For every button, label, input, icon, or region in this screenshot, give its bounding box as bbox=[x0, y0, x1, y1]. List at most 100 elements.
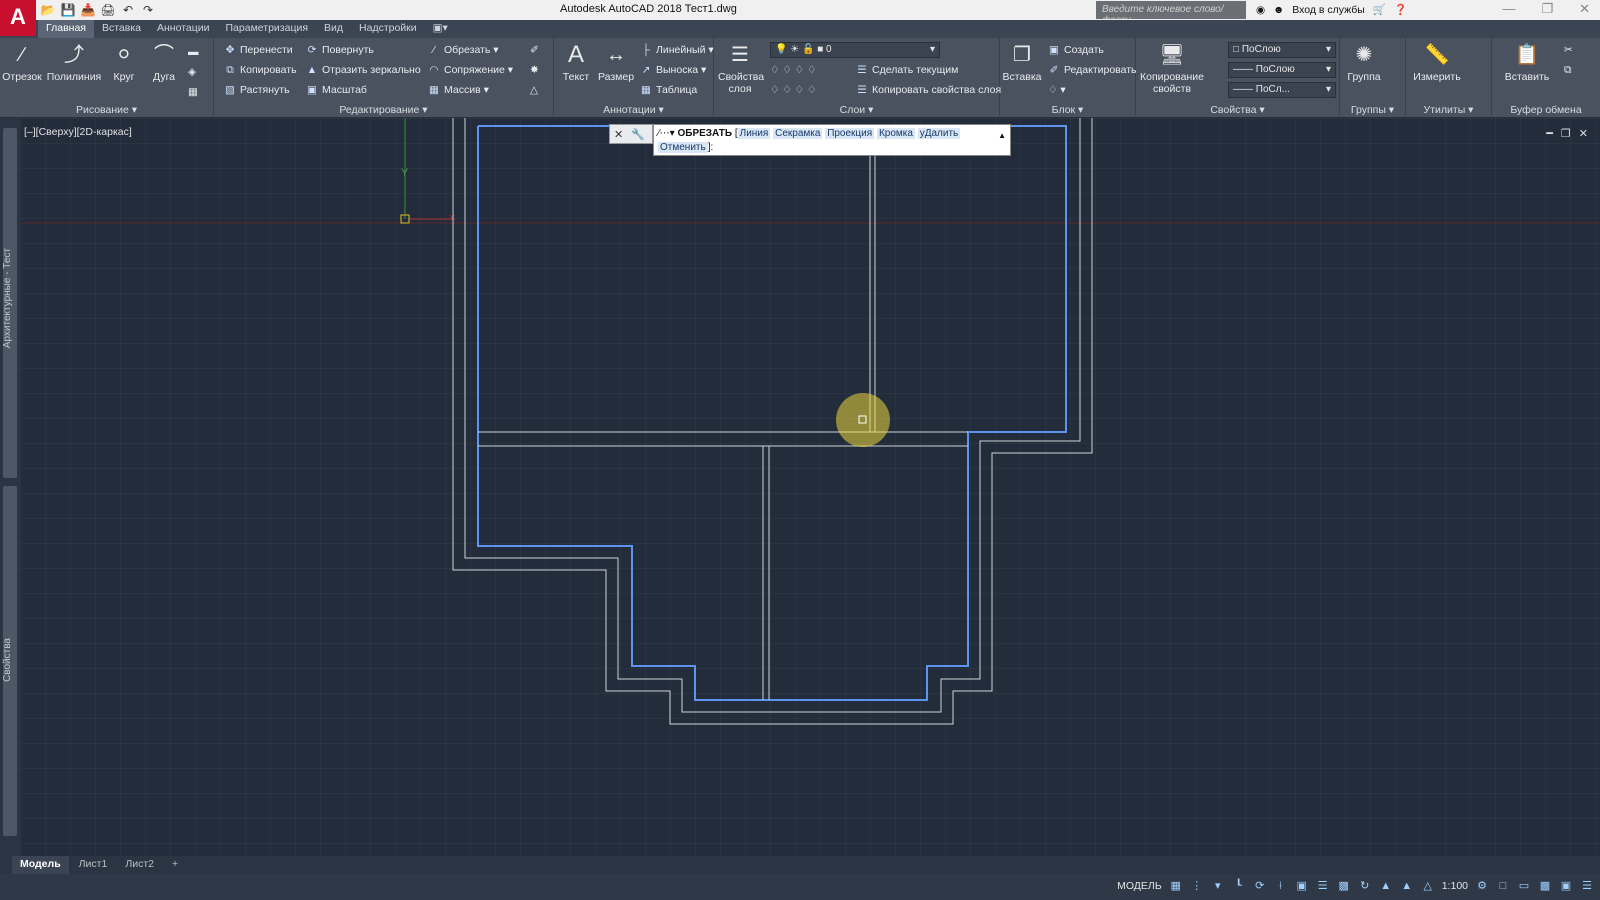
polar-icon[interactable]: ⟳ bbox=[1253, 879, 1267, 893]
paste-button[interactable]: 📋 Вставить bbox=[1502, 42, 1552, 83]
layer-properties-button[interactable]: ☰ Свойства слоя bbox=[718, 42, 764, 95]
saveas-icon[interactable]: 📥 bbox=[80, 2, 96, 18]
dimension-button[interactable]: ↔ Размер bbox=[596, 42, 636, 83]
command-settings-icon[interactable]: 🔧 bbox=[631, 128, 645, 141]
layer-tools-icon[interactable]: ♢ ♢ ♢ ♢ bbox=[770, 64, 816, 76]
circle-button[interactable]: ⚪ Круг bbox=[104, 42, 144, 83]
panel-title-annotation[interactable]: Аннотации ▾ bbox=[554, 104, 713, 116]
explode-icon[interactable]: ✸ bbox=[530, 64, 539, 76]
group-button[interactable]: ✺ Группа bbox=[1344, 42, 1384, 83]
panel-title-block[interactable]: Блок ▾ bbox=[1000, 104, 1135, 116]
tab-annotate[interactable]: Аннотации bbox=[149, 20, 218, 38]
linetype-select[interactable]: —— ПоСлою ▾ bbox=[1228, 62, 1336, 78]
snap-icon[interactable]: ⋮ bbox=[1190, 879, 1204, 893]
panel-title-layers[interactable]: Слои ▾ bbox=[714, 104, 999, 116]
drawing-area[interactable]: Y × bbox=[20, 118, 1600, 856]
panel-title-modify[interactable]: Редактирование ▾ bbox=[214, 104, 553, 116]
grid-icon[interactable]: ▦ bbox=[1169, 879, 1183, 893]
tab-home[interactable]: Главная bbox=[38, 20, 94, 38]
ribbon-toggle-icon[interactable]: ▣▾ bbox=[425, 20, 456, 38]
arc-button[interactable]: ⌒ Дуга bbox=[144, 42, 184, 83]
trim-button[interactable]: ∕ Обрезать ▾ bbox=[428, 44, 498, 56]
panel-title-clipboard[interactable]: Буфер обмена bbox=[1492, 104, 1600, 116]
tab-layout2[interactable]: Лист2 bbox=[117, 856, 162, 874]
leader-button[interactable]: ↗ Выноска ▾ bbox=[640, 64, 707, 76]
mirror-button[interactable]: ▲ Отразить зеркально bbox=[306, 64, 421, 76]
stretch-button[interactable]: ▧ Растянуть bbox=[224, 84, 290, 96]
option-line[interactable]: Линия bbox=[737, 128, 771, 139]
cart-icon[interactable]: 🛒 bbox=[1373, 3, 1386, 16]
print-icon[interactable]: 🖨 bbox=[100, 2, 116, 18]
undo-icon[interactable]: ↶ bbox=[120, 2, 136, 18]
binoculars-icon[interactable]: ◉ bbox=[1256, 4, 1265, 16]
hardware-accel-icon[interactable]: ▩ bbox=[1538, 879, 1552, 893]
offset-icon[interactable]: △ bbox=[530, 84, 538, 96]
selected-polyline[interactable] bbox=[477, 125, 1067, 701]
tab-addins[interactable]: Надстройки bbox=[351, 20, 425, 38]
match-properties-button[interactable]: 🖥 Копирование свойств bbox=[1140, 42, 1204, 95]
make-current-button[interactable]: ☰ Сделать текущим bbox=[856, 64, 958, 76]
option-edge[interactable]: Кромка bbox=[876, 128, 915, 139]
viewport-minimize-icon[interactable]: ━ bbox=[1546, 127, 1553, 140]
fillet-button[interactable]: ◠ Сопряжение ▾ bbox=[428, 64, 513, 76]
command-line-grip[interactable]: ✕ 🔧 bbox=[609, 124, 653, 144]
scale-button[interactable]: ▣ Масштаб bbox=[306, 84, 367, 96]
rotate-button[interactable]: ⟳ Повернуть bbox=[306, 44, 374, 56]
polyline-button[interactable]: ⤴ Полилиния bbox=[46, 42, 102, 83]
command-close-icon[interactable]: ✕ bbox=[614, 128, 623, 141]
match-layer-button[interactable]: ☰ Копировать свойства слоя bbox=[856, 84, 1001, 96]
erase-icon[interactable]: ✐ bbox=[530, 44, 539, 56]
dropdown-icon[interactable]: ▾ bbox=[1211, 879, 1225, 893]
model-space-button[interactable]: МОДЕЛЬ bbox=[1117, 880, 1162, 892]
rectangle-icon[interactable]: ▬ bbox=[188, 46, 199, 58]
layer-select[interactable]: 💡 ☀ 🔓 ■ 0 ▾ bbox=[770, 42, 940, 58]
tab-model[interactable]: Модель bbox=[12, 856, 69, 874]
array-button[interactable]: ▦ Массив ▾ bbox=[428, 84, 489, 96]
ui-lock-icon[interactable]: ▭ bbox=[1517, 879, 1531, 893]
annotation-scale-icon[interactable]: △ bbox=[1421, 879, 1435, 893]
linear-button[interactable]: ├ Линейный ▾ bbox=[640, 44, 713, 56]
viewport-close-icon[interactable]: ✕ bbox=[1579, 127, 1588, 140]
help-icon[interactable]: ❓ bbox=[1394, 3, 1407, 16]
move-button[interactable]: ✥ Перенести bbox=[224, 44, 293, 56]
text-button[interactable]: A Текст bbox=[556, 42, 596, 84]
measure-button[interactable]: 📏 Измерить bbox=[1412, 42, 1462, 83]
table-button[interactable]: ▦ Таблица bbox=[640, 84, 697, 96]
lineweight-icon[interactable]: ☰ bbox=[1316, 879, 1330, 893]
open-icon[interactable]: 📂 bbox=[40, 2, 56, 18]
cut-icon[interactable]: ✂ bbox=[1564, 44, 1573, 56]
panel-title-properties[interactable]: Свойства ▾ bbox=[1136, 104, 1339, 116]
add-layout-button[interactable]: + bbox=[164, 856, 186, 874]
redo-icon[interactable]: ↷ bbox=[140, 2, 156, 18]
region-icon[interactable]: ▦ bbox=[188, 86, 198, 98]
annotation-autoscale-icon[interactable]: ▲ bbox=[1400, 879, 1414, 893]
option-undo[interactable]: Отменить bbox=[658, 142, 708, 153]
lineweight-select[interactable]: —— ПоСл... ▾ bbox=[1228, 82, 1336, 98]
scale-select[interactable]: 1:100 bbox=[1442, 880, 1468, 892]
line-button[interactable]: ∕ Отрезок bbox=[2, 42, 42, 83]
restore-icon[interactable]: ❐ bbox=[1541, 1, 1553, 17]
isolate-icon[interactable]: □ bbox=[1496, 879, 1510, 893]
tab-layout1[interactable]: Лист1 bbox=[71, 856, 116, 874]
app-logo[interactable]: A bbox=[0, 0, 36, 36]
panel-title-utilities[interactable]: Утилиты ▾ bbox=[1406, 104, 1491, 116]
copy-clip-icon[interactable]: ⧉ bbox=[1564, 64, 1572, 77]
copy-button[interactable]: ⧉ Копировать bbox=[224, 64, 296, 77]
tab-parametric[interactable]: Параметризация bbox=[218, 20, 317, 38]
settings-gear-icon[interactable]: ⚙ bbox=[1475, 879, 1489, 893]
drawing-svg[interactable]: Y × bbox=[20, 118, 1600, 856]
osnap-icon[interactable]: ▣ bbox=[1295, 879, 1309, 893]
viewport-controls-label[interactable]: [–][Сверху][2D-каркас] bbox=[24, 126, 132, 138]
minimize-icon[interactable]: — bbox=[1502, 1, 1515, 17]
annotation-visibility-icon[interactable]: ▲ bbox=[1379, 879, 1393, 893]
isodraft-icon[interactable]: ⟊ bbox=[1274, 879, 1288, 893]
viewport-restore-icon[interactable]: ❐ bbox=[1561, 127, 1571, 140]
create-block-button[interactable]: ▣ Создать bbox=[1048, 44, 1104, 56]
ortho-icon[interactable]: ┖ bbox=[1232, 879, 1246, 893]
layer-tools-2-icon[interactable]: ♢ ♢ ♢ ♢ bbox=[770, 84, 816, 96]
color-select[interactable]: □ ПоСлою ▾ bbox=[1228, 42, 1336, 58]
search-input[interactable]: Введите ключевое слово/фразу bbox=[1096, 1, 1246, 26]
tab-view[interactable]: Вид bbox=[316, 20, 351, 38]
panel-title-draw[interactable]: Рисование ▾ bbox=[0, 104, 213, 116]
edit-block-button[interactable]: ✐ Редактировать bbox=[1048, 64, 1137, 76]
